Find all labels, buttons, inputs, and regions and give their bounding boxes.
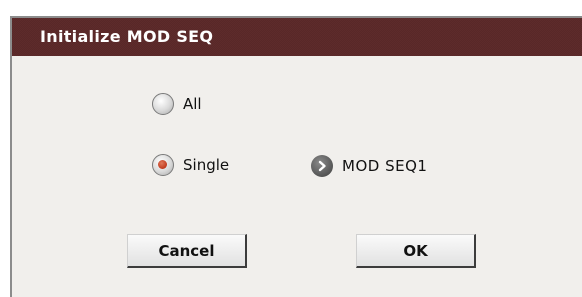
chevron-right-icon[interactable] [311, 155, 333, 177]
radio-single-label: Single [183, 156, 230, 174]
mod-seq-label: MOD SEQ1 [342, 157, 428, 175]
radio-option-all[interactable]: All [152, 93, 202, 115]
mod-seq-selector[interactable]: MOD SEQ1 [311, 155, 427, 177]
dialog-title: Initialize MOD SEQ [40, 27, 214, 46]
radio-single-icon[interactable] [152, 154, 174, 176]
initialize-mod-seq-dialog: Initialize MOD SEQ All Single MOD SEQ1 C… [10, 16, 582, 297]
radio-all-label: All [183, 95, 202, 113]
radio-option-single[interactable]: Single [152, 154, 229, 176]
cancel-button[interactable]: Cancel [127, 234, 247, 268]
radio-all-icon[interactable] [152, 93, 174, 115]
ok-button[interactable]: OK [356, 234, 476, 268]
dialog-title-bar: Initialize MOD SEQ [12, 18, 582, 56]
